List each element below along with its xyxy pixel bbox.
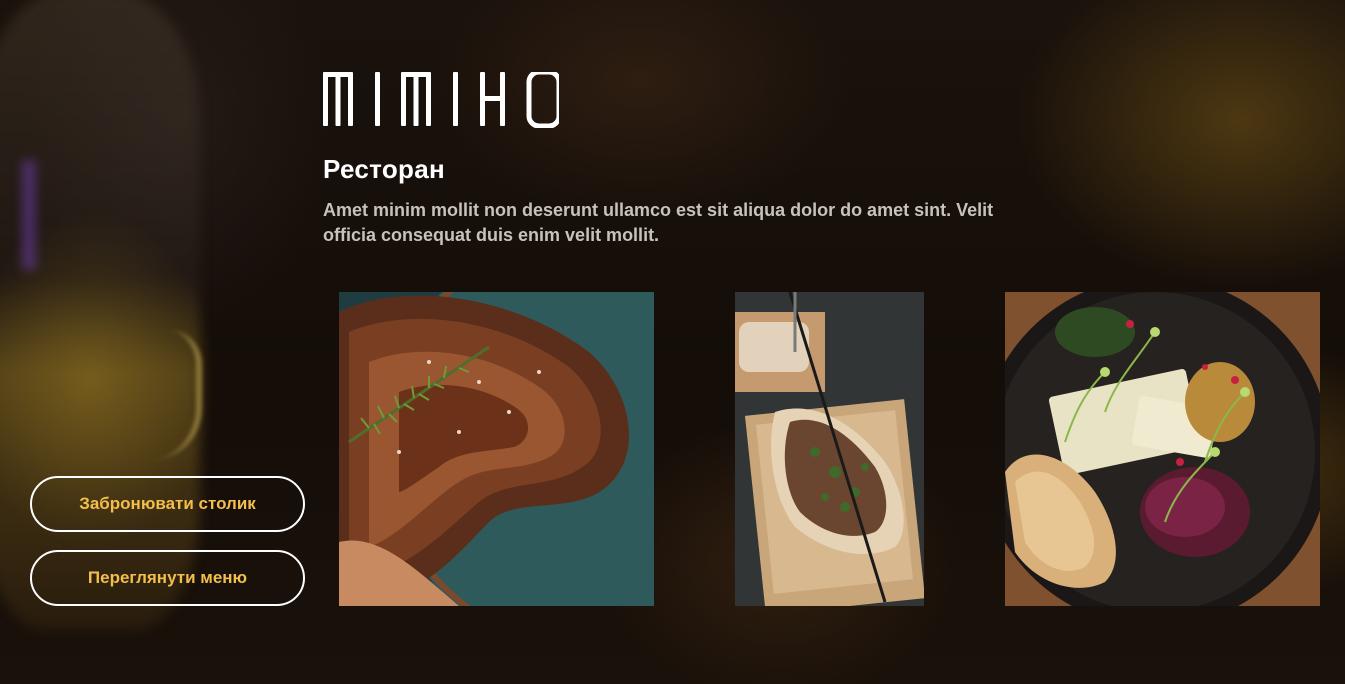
hero-section: Ресторан Amet minim mollit non deserunt … xyxy=(0,0,1345,684)
gallery-photo-steak[interactable] xyxy=(339,292,654,606)
background-glass-reflection xyxy=(22,160,36,270)
page-description: Amet minim mollit non deserunt ullamco e… xyxy=(323,200,994,245)
gallery-photo-flatbread[interactable] xyxy=(735,292,924,606)
view-menu-button[interactable]: Переглянути меню xyxy=(30,550,305,606)
page-title: Ресторан xyxy=(323,154,445,184)
flatbread-skewer-photo-icon xyxy=(735,292,924,606)
gallery-photo-meze[interactable] xyxy=(1005,292,1320,606)
steak-photo-icon xyxy=(339,292,654,606)
brand-logo[interactable] xyxy=(323,72,559,128)
book-table-button[interactable]: Забронювати столик xyxy=(30,476,305,532)
meze-plate-photo-icon xyxy=(1005,292,1320,606)
background-glass xyxy=(0,0,200,630)
